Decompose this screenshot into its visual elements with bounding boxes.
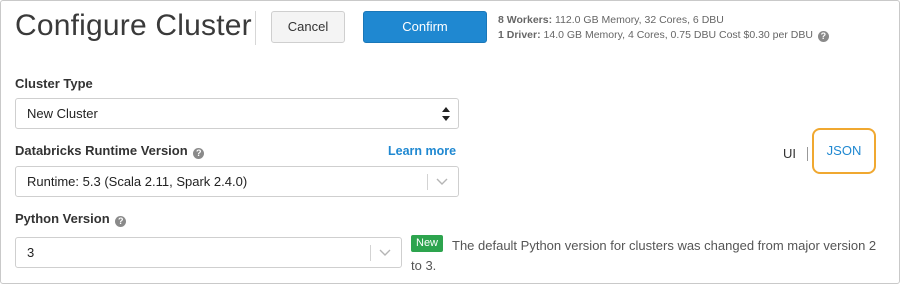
- runtime-version-select[interactable]: Runtime: 5.3 (Scala 2.11, Spark 2.4.0): [15, 166, 459, 197]
- python-default-notice: The default Python version for clusters …: [411, 238, 877, 273]
- page-title: Configure Cluster: [15, 9, 252, 42]
- cancel-button[interactable]: Cancel: [271, 11, 345, 43]
- cluster-summary: 8 Workers: 112.0 GB Memory, 32 Cores, 6 …: [498, 13, 829, 43]
- new-badge: New: [411, 235, 444, 252]
- confirm-button[interactable]: Confirm: [363, 11, 487, 43]
- driver-detail: 14.0 GB Memory, 4 Cores, 0.75 DBU Cost $…: [543, 29, 813, 41]
- cluster-type-select[interactable]: New Cluster: [15, 98, 459, 129]
- toggle-divider: [807, 147, 808, 161]
- runtime-help-icon[interactable]: ?: [193, 148, 205, 159]
- python-version-label: Python Version ?: [15, 211, 127, 227]
- workers-label: 8 Workers:: [498, 14, 553, 26]
- learn-more-link[interactable]: Learn more: [388, 144, 456, 158]
- driver-label: 1 Driver:: [498, 29, 541, 41]
- configure-cluster-panel: Configure Cluster Cancel Confirm 8 Worke…: [0, 0, 900, 284]
- runtime-version-label-text: Databricks Runtime Version: [15, 143, 188, 158]
- json-view-toggle[interactable]: JSON: [812, 128, 876, 174]
- driver-summary: 1 Driver: 14.0 GB Memory, 4 Cores, 0.75 …: [498, 28, 829, 43]
- python-version-select[interactable]: 3: [15, 237, 402, 268]
- python-help-icon[interactable]: ?: [115, 216, 127, 227]
- sort-updown-icon: [442, 107, 450, 121]
- select-divider: [370, 245, 371, 261]
- workers-detail: 112.0 GB Memory, 32 Cores, 6 DBU: [555, 14, 724, 26]
- chevron-down-icon: [379, 249, 391, 256]
- chevron-down-icon: [436, 178, 448, 185]
- select-divider: [427, 174, 428, 190]
- runtime-version-value: Runtime: 5.3 (Scala 2.11, Spark 2.4.0): [27, 174, 248, 189]
- header-divider: [255, 11, 256, 45]
- ui-view-toggle[interactable]: UI: [783, 146, 796, 161]
- workers-summary: 8 Workers: 112.0 GB Memory, 32 Cores, 6 …: [498, 13, 829, 28]
- cost-help-icon[interactable]: ?: [817, 31, 829, 42]
- python-version-label-text: Python Version: [15, 211, 110, 226]
- cluster-type-label: Cluster Type: [15, 76, 93, 91]
- cluster-type-value: New Cluster: [27, 106, 98, 121]
- runtime-version-label: Databricks Runtime Version ?: [15, 143, 205, 159]
- python-version-value: 3: [27, 245, 35, 260]
